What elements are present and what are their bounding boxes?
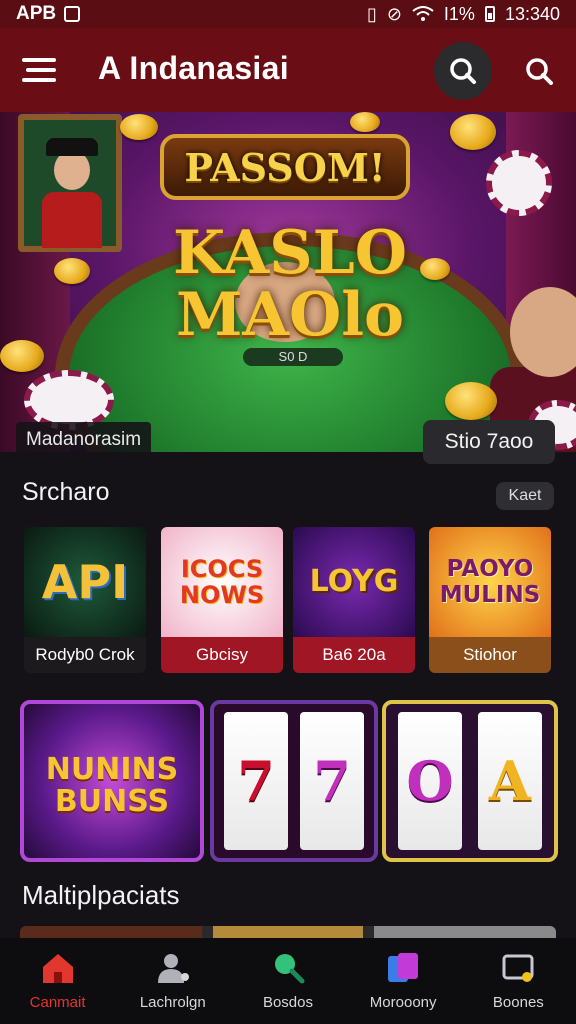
game-tile-art: ICOCS NOWS [161,527,283,637]
hero-banner[interactable]: PASSOM! KASLO MAOlo S0 D [0,112,576,452]
profile-icon [157,954,189,983]
menu-icon[interactable] [22,56,56,84]
search-icon [274,954,305,984]
slot-game-card[interactable]: NUNINS BUNSS [20,700,204,862]
search-icon [526,58,553,85]
game-tile-caption: Rodyb0 Crok [24,637,146,673]
slot-reel: O [398,712,462,850]
tv-icon [502,954,534,982]
game-tile-art: PAOYO MULINS [429,527,551,637]
home-icon [42,954,73,983]
dealer-portrait [18,114,122,252]
game-tile[interactable]: API Rodyb0 Crok [24,527,146,673]
slot-game-card[interactable]: 7 7 [210,700,378,862]
tile-art-text: LOYG [309,564,399,599]
bottom-nav: Canmait Lachrolgn Bosdos Morooony Boones [0,938,576,1024]
game-tile[interactable]: LOYG Ba6 20a [293,527,415,673]
nav-label: Bosdos [262,994,313,1011]
section-title: Maltiplpaciats [22,880,180,910]
game-tile-art: LOYG [293,527,415,637]
carrier-label: APB [16,3,57,24]
search-icon-button[interactable] [520,52,560,92]
nav-item-home[interactable]: Canmait [3,938,113,1024]
coin-icon [0,340,44,372]
search-button[interactable] [434,42,492,100]
table-label: S0 D [243,348,343,366]
tile-art-text: PAOYO MULINS [439,556,541,608]
cards-icon [388,953,419,982]
game-logo: KASLO MAOlo [150,222,430,346]
nav-label: Boones [492,994,544,1011]
slot-reel: 7 [300,712,364,850]
slot-reel: A [478,712,542,850]
game-tile-art: API [24,527,146,637]
status-bar: APB ▯ ⊘ I1% 13:340 [0,0,576,28]
banner-tag: Madanorasim [16,422,152,458]
page-title: A Indanasiai [98,50,289,86]
section-more-button[interactable]: Kaet [496,482,554,510]
nav-item-search[interactable]: Bosdos [233,938,343,1024]
app-header: A Indanasiai [0,28,576,114]
vibrate-icon: ▯ [366,3,377,24]
game-tile-caption: Ba6 20a [293,637,415,673]
battery-icon [484,6,495,22]
tile-art-text: API [41,555,129,609]
game-tile[interactable]: ICOCS NOWS Gbcisy [161,527,283,673]
coin-icon [350,112,380,132]
poker-chip-icon [486,150,552,216]
game-tile[interactable]: PAOYO MULINS Stiohor [429,527,551,673]
banner-plaque: PASSOM! [160,134,410,200]
logo-line-1: KASLO [172,218,408,288]
nav-item-profile[interactable]: Lachrolgn [118,938,228,1024]
tile-art-text: ICOCS NOWS [179,555,265,609]
coin-icon [450,114,496,150]
section-title: Srcharo [22,478,110,506]
nav-label: Canmait [29,994,86,1011]
slot-title: NUNINS BUNSS [45,752,179,819]
battery-percent: I1% [443,3,475,24]
coin-icon [120,114,158,140]
mute-icon: ⊘ [386,3,402,24]
nav-label: Lachrolgn [139,994,206,1011]
search-icon [450,58,476,84]
game-tile-caption: Gbcisy [161,637,283,673]
logo-line-2: MAOlo [175,280,405,350]
slot-game-card[interactable]: O A [382,700,558,862]
banner-action-button[interactable]: Stio 7aoo [423,420,555,464]
plaque-text: PASSOM! [184,144,386,190]
poker-chip-icon [24,370,114,430]
game-tile-caption: Stiohor [429,637,551,673]
nav-item-cards[interactable]: Morooony [348,938,458,1024]
clock: 13:340 [504,3,560,24]
coin-icon [445,382,497,420]
slot-reel: 7 [224,712,288,850]
nav-item-tv[interactable]: Boones [463,938,573,1024]
wifi-icon [412,6,434,21]
coin-icon [54,258,90,284]
notification-icon [64,6,81,22]
nav-label: Morooony [369,994,437,1011]
